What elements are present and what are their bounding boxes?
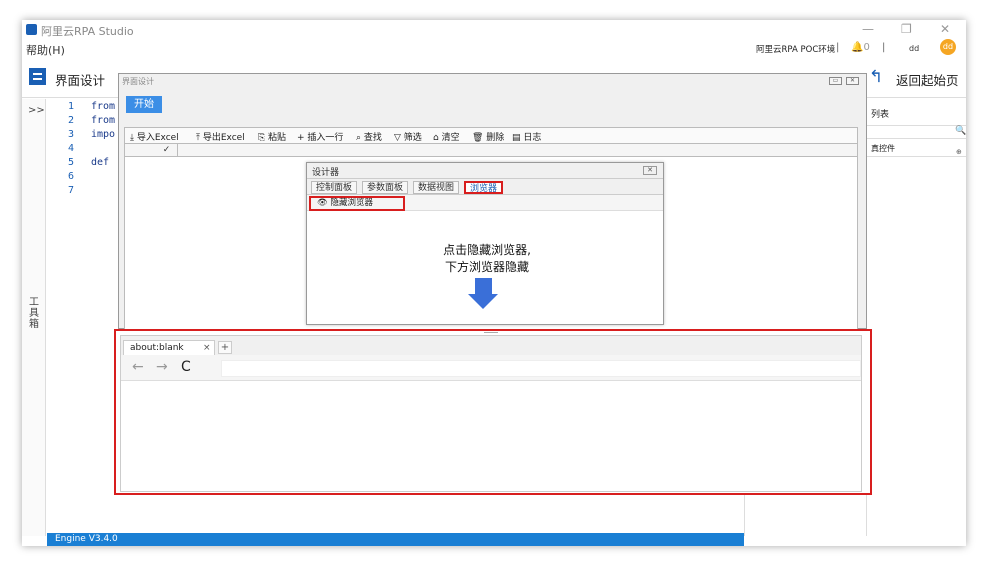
right-panel-search[interactable] bbox=[867, 125, 966, 139]
tab-data-view[interactable]: 数据视图 bbox=[413, 181, 460, 194]
code-line: from bbox=[91, 101, 116, 112]
line-number: 2 bbox=[67, 115, 74, 126]
log-button[interactable]: ▤ 日志 bbox=[512, 130, 541, 143]
back-arrow-icon[interactable]: ↰ bbox=[869, 67, 883, 87]
tab-param-panel[interactable]: 参数面板 bbox=[362, 181, 409, 194]
table-header: ✓ bbox=[125, 144, 857, 157]
down-arrow-icon bbox=[475, 278, 492, 294]
annotation-line: 点击隐藏浏览器, bbox=[443, 243, 531, 257]
line-number: 4 bbox=[67, 143, 74, 154]
status-bar: Engine V3.4.0 bbox=[47, 533, 744, 546]
right-panel-title: 列表 bbox=[871, 110, 890, 120]
dialog-header: 设计器 ✕ bbox=[307, 163, 663, 179]
tab-control-panel[interactable]: 控制面板 bbox=[311, 181, 358, 194]
menu-separator: | bbox=[836, 42, 840, 53]
designer-close-button[interactable]: ✕ bbox=[846, 77, 859, 85]
avatar[interactable]: dd bbox=[940, 39, 956, 55]
app-title: 阿里云RPA Studio bbox=[41, 25, 134, 38]
delete-button[interactable]: 🗑 删除 bbox=[472, 130, 504, 143]
ui-design-icon[interactable] bbox=[29, 68, 46, 85]
filter-button[interactable]: ▽ 筛选 bbox=[394, 130, 422, 143]
line-number: 5 bbox=[67, 157, 74, 168]
notification-bell-icon[interactable]: 🔔0 bbox=[851, 42, 870, 53]
ui-designer-window: 界面设计 ▭ ✕ 开始 ⤓ 导入Excel ⤒ 导出Excel ⎘ 粘贴 + 插… bbox=[118, 73, 867, 330]
line-number: 7 bbox=[67, 185, 74, 196]
user-name[interactable]: dd bbox=[909, 44, 919, 53]
environment-selector[interactable]: 阿里云RPA POC环境 bbox=[756, 43, 835, 55]
restore-button[interactable]: ❐ bbox=[901, 22, 912, 36]
engine-version: Engine V3.4.0 bbox=[55, 534, 118, 544]
minimize-button[interactable]: — bbox=[862, 22, 874, 36]
toolbox-tab[interactable]: 工具箱 bbox=[29, 297, 39, 330]
embedded-browser: about:blank × + ← → C bbox=[114, 329, 872, 495]
import-excel-button[interactable]: ⤓ 导入Excel bbox=[130, 130, 179, 143]
hide-browser-button[interactable]: 👁 隐藏浏览器 bbox=[309, 196, 405, 211]
menu-help[interactable]: 帮助(H) bbox=[26, 42, 65, 58]
divider bbox=[867, 156, 966, 157]
highlight-box bbox=[114, 329, 872, 495]
code-line: def bbox=[91, 157, 110, 168]
annotation-line: 下方浏览器隐藏 bbox=[444, 260, 529, 274]
menu-bar: 帮助(H) 阿里云RPA POC环境 | 🔔0 | dd bbox=[22, 40, 966, 58]
menu-separator: | bbox=[882, 42, 886, 53]
title-bar: 阿里云RPA Studio — ❐ ✕ bbox=[22, 20, 966, 40]
right-panel: 列表 🔍 真控件 ⊕ bbox=[866, 99, 966, 536]
back-to-start-button[interactable]: 返回起始页 bbox=[896, 70, 959, 89]
code-line: impo bbox=[91, 129, 116, 140]
insert-row-button[interactable]: + 插入一行 bbox=[297, 130, 343, 143]
designer-restore-button[interactable]: ▭ bbox=[829, 77, 842, 85]
browser-toolbar: 👁 隐藏浏览器 bbox=[307, 195, 663, 211]
line-number: 1 bbox=[67, 101, 74, 112]
annotation-text: 点击隐藏浏览器, 下方浏览器隐藏 bbox=[397, 242, 577, 276]
left-gutter: >> 工具箱 bbox=[22, 99, 46, 536]
designer-dialog: 设计器 ✕ 控制面板 参数面板 数据视图 浏览器 👁 隐藏浏览器 点击隐藏浏览器… bbox=[306, 162, 664, 325]
line-number: 3 bbox=[67, 129, 74, 140]
ui-design-label[interactable]: 界面设计 bbox=[55, 70, 105, 89]
right-panel-item[interactable]: 真控件 bbox=[871, 143, 895, 154]
code-line: from bbox=[91, 115, 116, 126]
export-excel-button[interactable]: ⤒ 导出Excel bbox=[196, 130, 245, 143]
find-button[interactable]: ⌕ 查找 bbox=[356, 130, 382, 143]
dialog-close-button[interactable]: ✕ bbox=[643, 166, 657, 175]
down-arrow-head bbox=[468, 294, 498, 309]
start-button[interactable]: 开始 bbox=[126, 96, 162, 113]
close-button[interactable]: ✕ bbox=[940, 22, 950, 36]
expand-icon[interactable]: >> bbox=[28, 105, 45, 116]
select-all-checkbox[interactable]: ✓ bbox=[161, 145, 172, 155]
search-icon[interactable]: 🔍 bbox=[955, 126, 966, 136]
designer-toolbar: ⤓ 导入Excel ⤒ 导出Excel ⎘ 粘贴 + 插入一行 ⌕ 查找 ▽ 筛… bbox=[124, 127, 858, 144]
app-logo-icon bbox=[26, 24, 37, 35]
designer-title: 界面设计 bbox=[122, 77, 154, 86]
tab-browser[interactable]: 浏览器 bbox=[464, 181, 504, 194]
column-divider bbox=[177, 144, 178, 157]
code-editor[interactable]: 1 2 3 4 5 6 7 from from impo def bbox=[47, 99, 117, 536]
expand-item-icon[interactable]: ⊕ bbox=[956, 148, 962, 156]
dialog-title: 设计器 bbox=[312, 168, 340, 178]
dialog-tabs: 控制面板 参数面板 数据视图 浏览器 bbox=[307, 179, 663, 195]
app-window: 阿里云RPA Studio — ❐ ✕ 帮助(H) 阿里云RPA POC环境 |… bbox=[22, 20, 966, 546]
paste-button[interactable]: ⎘ 粘贴 bbox=[258, 130, 286, 143]
clear-button[interactable]: ⌂ 清空 bbox=[433, 130, 460, 143]
line-number: 6 bbox=[67, 171, 74, 182]
